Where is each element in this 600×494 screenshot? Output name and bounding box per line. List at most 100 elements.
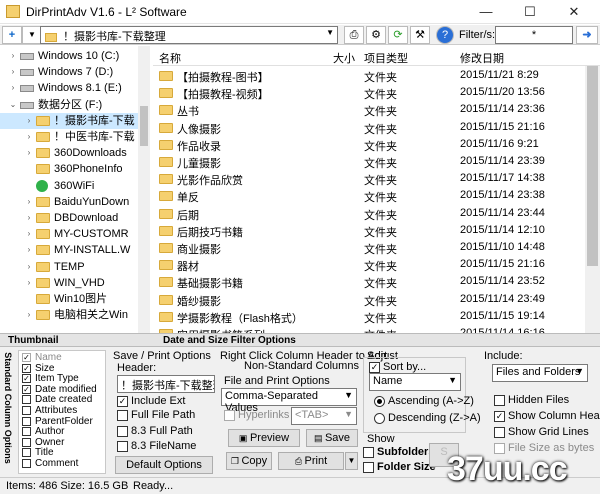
tree-item[interactable]: 360PhoneInfo (0, 161, 138, 177)
expand-arrow-icon[interactable]: › (24, 113, 34, 129)
help-icon[interactable]: ? (436, 26, 454, 44)
printer-icon[interactable]: ⎙ (344, 26, 364, 44)
tree-scrollbar[interactable] (138, 46, 150, 333)
settings-icon[interactable]: ⚙ (366, 26, 386, 44)
column-header-date[interactable]: 修改日期 (460, 50, 504, 66)
list-item[interactable]: 后期技巧书籍 文件夹 2015/11/14 12:10 (153, 222, 585, 239)
column-checkbox[interactable]: ✓ (22, 353, 31, 362)
list-item[interactable]: 婚纱摄影 文件夹 2015/11/14 23:49 (153, 291, 585, 308)
show-grid-lines-checkbox[interactable] (494, 427, 505, 438)
column-checkbox[interactable] (22, 459, 31, 468)
header-input[interactable]: ！摄影书库-下载整理 (117, 375, 215, 393)
list-item[interactable]: 后期 文件夹 2015/11/14 23:44 (153, 205, 585, 222)
list-item[interactable]: 单反 文件夹 2015/11/14 23:38 (153, 187, 585, 204)
column-header-type[interactable]: 项目类型 (364, 50, 408, 66)
list-item[interactable]: 人像摄影 文件夹 2015/11/15 21:16 (153, 119, 585, 136)
tree-item[interactable]: › MY-INSTALL.W (0, 242, 138, 258)
expand-arrow-icon[interactable]: › (8, 80, 18, 96)
expand-arrow-icon[interactable]: › (24, 210, 34, 226)
expand-arrow-icon[interactable]: › (24, 275, 34, 291)
list-item[interactable]: 实用摄影书籍系列文件夹2015/11/14 16:16 (153, 325, 585, 333)
add-button[interactable]: + (2, 26, 22, 44)
default-options-button[interactable]: Default Options (115, 456, 213, 474)
column-checkbox[interactable]: ✓ (22, 363, 31, 373)
list-scrollbar[interactable] (585, 66, 600, 333)
list-item[interactable]: 商业摄影 文件夹 2015/11/10 14:48 (153, 239, 585, 256)
print-dropdown-button[interactable]: ▼ (345, 452, 358, 470)
maximize-button[interactable]: ☐ (508, 0, 552, 24)
tree-item[interactable]: › BaiduYunDown (0, 194, 138, 210)
dropdown-arrow-icon[interactable]: ▼ (22, 26, 42, 44)
show-column-headers-checkbox[interactable]: ✓ (494, 411, 505, 422)
column-checkbox[interactable] (22, 448, 31, 458)
column-checkbox[interactable] (22, 406, 31, 415)
tab-select[interactable]: <TAB> ▼ (291, 407, 357, 425)
preview-button[interactable]: ▣ Preview (228, 429, 300, 447)
path-combobox[interactable]: ！摄影书库-下载整理 ▼ (40, 26, 338, 44)
print-button[interactable]: ⎙ Print (278, 452, 344, 470)
list-item[interactable]: 丛书 文件夹 2015/11/14 23:36 (153, 101, 585, 118)
folder-size-checkbox[interactable] (363, 462, 374, 473)
subfolders-checkbox[interactable] (363, 447, 374, 458)
expand-arrow-icon[interactable]: › (8, 64, 18, 80)
minimize-button[interactable]: — (464, 0, 508, 24)
list-item[interactable]: 学摄影教程（Flash格式） 文件夹 2015/11/15 19:14 (153, 308, 585, 325)
list-item[interactable]: 【拍摄教程-图书】 文件夹 2015/11/21 8:29 (153, 67, 585, 84)
column-header-name[interactable]: 名称 (159, 50, 181, 66)
tree-item[interactable]: ⌄ 数据分区 (F:) (0, 97, 138, 113)
column-checkbox[interactable]: ✓ (22, 374, 31, 384)
go-arrow-icon[interactable]: ➜ (576, 26, 598, 44)
tree-item[interactable]: › Windows 10 (C:) (0, 48, 138, 64)
filter-input[interactable]: * (495, 26, 573, 44)
column-checkbox[interactable] (22, 395, 31, 405)
expand-arrow-icon[interactable]: › (8, 48, 18, 64)
filename-83-checkbox[interactable] (117, 441, 128, 452)
expand-arrow-icon[interactable]: › (24, 145, 34, 161)
tree-item[interactable]: › ！摄影书库-下载 (0, 112, 138, 129)
tree-item[interactable]: › 360Downloads (0, 145, 138, 161)
tree-item[interactable]: › Windows 8.1 (E:) (0, 80, 138, 96)
hyperlinks-checkbox[interactable] (224, 410, 235, 421)
full-path-83-checkbox[interactable] (117, 426, 128, 437)
list-item[interactable]: 器材 文件夹 2015/11/15 21:16 (153, 256, 585, 273)
list-item[interactable]: 光影作品欣赏 文件夹 2015/11/17 14:38 (153, 170, 585, 187)
hidden-files-checkbox[interactable] (494, 395, 505, 406)
expand-arrow-icon[interactable]: › (24, 242, 34, 258)
tree-item[interactable]: › 电脑相关之Win (0, 307, 138, 323)
column-header-size[interactable]: 大小 (333, 50, 355, 66)
copy-button[interactable]: ❐ Copy (226, 452, 272, 470)
tree-item[interactable]: › WIN_VHD (0, 275, 138, 291)
tools-icon[interactable]: ⚒ (410, 26, 430, 44)
tree-item[interactable]: › TEMP (0, 259, 138, 275)
column-checkbox[interactable]: ✓ (22, 384, 31, 394)
close-button[interactable]: ✕ (552, 0, 596, 24)
sort-field-select[interactable]: Name ▼ (369, 373, 461, 391)
list-item[interactable]: 基础摄影书籍 文件夹 2015/11/14 23:52 (153, 273, 585, 290)
list-item[interactable]: 作品收录 文件夹 2015/11/16 9:21 (153, 136, 585, 153)
tree-item[interactable]: › DBDownload (0, 210, 138, 226)
column-checkbox[interactable] (22, 427, 31, 437)
full-file-path-checkbox[interactable] (117, 410, 128, 421)
expand-arrow-icon[interactable]: ⌄ (8, 97, 18, 113)
expand-arrow-icon[interactable]: › (24, 129, 34, 145)
list-item[interactable]: 儿童摄影 文件夹 2015/11/14 23:39 (153, 153, 585, 170)
include-select[interactable]: Files and Folders ▼ (492, 364, 588, 382)
sort-by-checkbox[interactable]: ✓ (369, 362, 380, 373)
expand-arrow-icon[interactable]: › (24, 307, 34, 323)
descending-radio[interactable] (374, 413, 385, 424)
save-button[interactable]: ▤ Save (306, 429, 358, 447)
refresh-icon[interactable]: ⟳ (388, 26, 408, 44)
include-ext-checkbox[interactable]: ✓ (117, 396, 128, 407)
tree-item[interactable]: 360WiFi (0, 178, 138, 194)
ascending-radio[interactable] (374, 396, 385, 407)
tree-item[interactable]: Win10图片 (0, 291, 138, 307)
folder-tree[interactable]: › Windows 10 (C:) › Windows 7 (D:) › Windows … (0, 46, 150, 333)
tree-item[interactable]: › ！中医书库-下载 (0, 129, 138, 145)
column-checkbox[interactable] (22, 437, 31, 447)
expand-arrow-icon[interactable]: › (24, 194, 34, 210)
column-checkbox[interactable] (22, 416, 31, 426)
tree-item[interactable]: › Windows 7 (D:) (0, 64, 138, 80)
format-select[interactable]: Comma-Separated Values ▼ (221, 388, 357, 414)
expand-arrow-icon[interactable]: › (24, 226, 34, 242)
list-item[interactable]: 【拍摄教程-视频】 文件夹 2015/11/20 13:56 (153, 84, 585, 101)
